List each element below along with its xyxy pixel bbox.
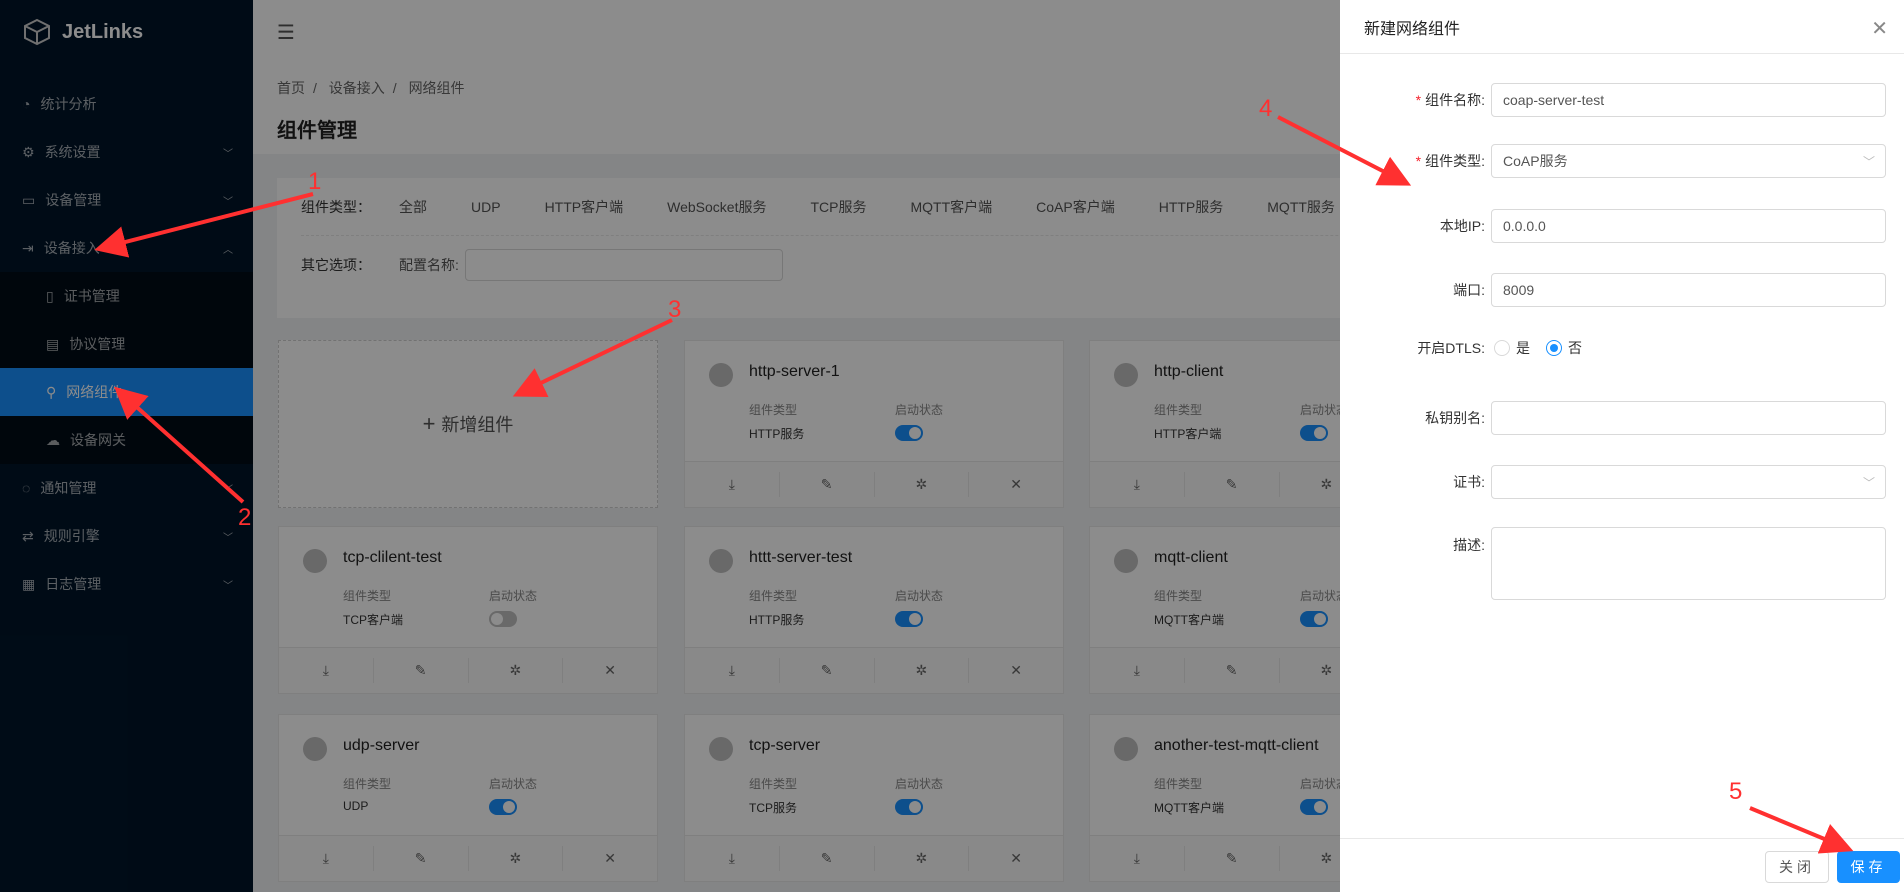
ip-label: 本地IP: bbox=[1340, 216, 1491, 236]
annotation-number-4: 4 bbox=[1259, 95, 1272, 123]
form-row-port: 端口: 8009 bbox=[1340, 273, 1886, 307]
annotation-number-1: 1 bbox=[308, 168, 321, 196]
name-label: 组件名称: bbox=[1425, 92, 1485, 108]
form-row-name: *组件名称: coap-server-test bbox=[1340, 83, 1886, 117]
annotation-number-2: 2 bbox=[238, 504, 251, 532]
dtls-no-radio[interactable]: 否 bbox=[1546, 338, 1582, 358]
form-row-ip: 本地IP: 0.0.0.0 bbox=[1340, 209, 1886, 243]
new-component-drawer: 新建网络组件 ✕ *组件名称: coap-server-test *组件类型: … bbox=[1340, 0, 1904, 892]
dtls-yes-radio[interactable]: 是 bbox=[1494, 338, 1530, 358]
chevron-down-icon: ﹀ bbox=[1863, 474, 1875, 491]
form-row-cert: 证书: ﹀ bbox=[1340, 465, 1886, 499]
radio-circle bbox=[1494, 340, 1510, 356]
dtls-label: 开启DTLS: bbox=[1340, 338, 1491, 358]
key-alias-input[interactable] bbox=[1491, 401, 1886, 435]
desc-label: 描述: bbox=[1340, 527, 1491, 555]
form-row-alias: 私钥别名: bbox=[1340, 401, 1886, 435]
component-name-input[interactable]: coap-server-test bbox=[1491, 83, 1886, 117]
required-mark: * bbox=[1416, 92, 1421, 108]
port-label: 端口: bbox=[1340, 280, 1491, 300]
certificate-select[interactable]: ﹀ bbox=[1491, 465, 1886, 499]
close-button[interactable]: 关闭 bbox=[1765, 851, 1829, 883]
save-button[interactable]: 保存 bbox=[1837, 851, 1900, 883]
radio-label: 否 bbox=[1568, 338, 1582, 358]
radio-circle-checked bbox=[1546, 340, 1562, 356]
local-ip-input[interactable]: 0.0.0.0 bbox=[1491, 209, 1886, 243]
component-type-select[interactable]: CoAP服务 ﹀ bbox=[1491, 144, 1886, 178]
form-row-type: *组件类型: CoAP服务 ﹀ bbox=[1340, 144, 1886, 178]
port-input[interactable]: 8009 bbox=[1491, 273, 1886, 307]
alias-label: 私钥别名: bbox=[1340, 408, 1491, 428]
annotation-number-5: 5 bbox=[1729, 778, 1742, 806]
type-label: 组件类型: bbox=[1425, 153, 1485, 169]
drawer-footer: 关闭 保存 bbox=[1340, 838, 1904, 892]
cert-label: 证书: bbox=[1340, 472, 1491, 492]
type-value: CoAP服务 bbox=[1503, 151, 1568, 171]
close-icon[interactable]: ✕ bbox=[1871, 16, 1888, 41]
radio-label: 是 bbox=[1516, 338, 1530, 358]
form-row-dtls: 开启DTLS: 是 否 bbox=[1340, 338, 1598, 358]
required-mark: * bbox=[1416, 153, 1421, 169]
form-row-desc: 描述: bbox=[1340, 527, 1886, 600]
annotation-number-3: 3 bbox=[668, 296, 681, 324]
drawer-title: 新建网络组件 bbox=[1364, 15, 1460, 39]
description-textarea[interactable] bbox=[1491, 527, 1886, 600]
chevron-down-icon: ﹀ bbox=[1863, 153, 1875, 170]
